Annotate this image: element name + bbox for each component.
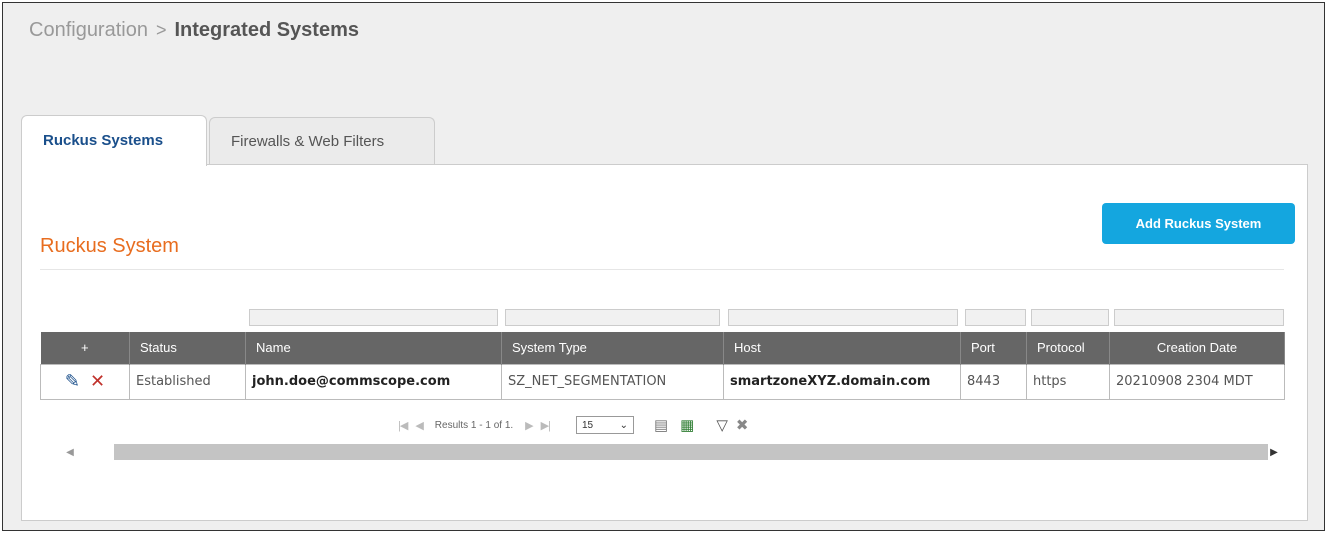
column-header-host[interactable]: Host — [723, 332, 961, 364]
column-header-port[interactable]: Port — [960, 332, 1027, 364]
breadcrumb-current: Integrated Systems — [174, 19, 359, 41]
column-header-creation-date[interactable]: Creation Date — [1109, 332, 1285, 364]
table-row[interactable]: ✎ ✕ Established john.doe@commscope.com SZ… — [40, 363, 1285, 400]
scrollbar-thumb[interactable] — [114, 444, 1268, 460]
protocol-filter-input[interactable] — [1031, 309, 1109, 326]
column-header-name[interactable]: Name — [245, 332, 502, 364]
pager: |◀ ◀ Results 1 - 1 of 1. ▶ ▶| 15 ⌄ ▤ ▦ ▽… — [394, 415, 748, 435]
cell-port: 8443 — [960, 363, 1027, 400]
cell-status: Established — [129, 363, 246, 400]
page-size-value: 15 — [581, 419, 594, 431]
pencil-edit-icon[interactable]: ✎ — [65, 371, 80, 392]
host-filter-input[interactable] — [728, 309, 958, 326]
table-header-row: + Status Name System Type Host Port Prot… — [40, 332, 1285, 364]
last-page-icon[interactable]: ▶| — [541, 419, 551, 432]
system-type-filter-input[interactable] — [505, 309, 720, 326]
column-header-status[interactable]: Status — [129, 332, 246, 364]
horizontal-scrollbar[interactable]: ◀ ▶ — [60, 442, 1284, 462]
breadcrumb: Configuration > Integrated Systems — [29, 19, 359, 42]
filter-icon[interactable]: ▽ — [716, 416, 728, 434]
scroll-right-icon[interactable]: ▶ — [1264, 442, 1284, 462]
page-size-select[interactable]: 15 ⌄ — [575, 416, 634, 434]
export-excel-icon[interactable]: ▦ — [680, 416, 694, 434]
tab-firewalls-web-filters[interactable]: Firewalls & Web Filters — [209, 117, 435, 164]
column-header-protocol[interactable]: Protocol — [1026, 332, 1110, 364]
first-page-icon[interactable]: |◀ — [398, 419, 408, 432]
tab-ruckus-systems[interactable]: Ruckus Systems — [21, 115, 207, 166]
row-actions: ✎ ✕ — [40, 363, 130, 400]
cell-name: john.doe@commscope.com — [245, 363, 502, 400]
close-delete-icon[interactable]: ✕ — [90, 371, 105, 392]
ruckus-systems-table: + Status Name System Type Host Port Prot… — [40, 332, 1285, 400]
cell-system-type: SZ_NET_SEGMENTATION — [501, 363, 724, 400]
column-header-system-type[interactable]: System Type — [501, 332, 724, 364]
previous-page-icon[interactable]: ◀ — [415, 419, 424, 432]
creation-date-filter-input[interactable] — [1114, 309, 1284, 326]
breadcrumb-separator: > — [155, 20, 167, 40]
cell-creation-date: 20210908 2304 MDT — [1109, 363, 1285, 400]
next-page-icon[interactable]: ▶ — [525, 419, 534, 432]
tab-panel: Ruckus System Add Ruckus System + Status… — [21, 164, 1308, 521]
section-title: Ruckus System — [40, 235, 179, 257]
results-text: Results 1 - 1 of 1. — [434, 419, 514, 431]
name-filter-input[interactable] — [249, 309, 498, 326]
add-row-icon[interactable]: + — [40, 332, 130, 364]
port-filter-input[interactable] — [965, 309, 1026, 326]
add-ruckus-system-button[interactable]: Add Ruckus System — [1102, 203, 1295, 244]
clear-filter-icon[interactable]: ✖ — [736, 416, 749, 434]
scroll-left-icon[interactable]: ◀ — [60, 442, 80, 462]
cell-host: smartzoneXYZ.domain.com — [723, 363, 961, 400]
page-frame: Configuration > Integrated Systems Ruckus … — [2, 2, 1325, 531]
section-divider — [40, 269, 1284, 270]
export-csv-icon[interactable]: ▤ — [654, 416, 668, 434]
chevron-down-icon: ⌄ — [619, 419, 628, 431]
cell-protocol: https — [1026, 363, 1110, 400]
breadcrumb-parent[interactable]: Configuration — [29, 19, 148, 41]
